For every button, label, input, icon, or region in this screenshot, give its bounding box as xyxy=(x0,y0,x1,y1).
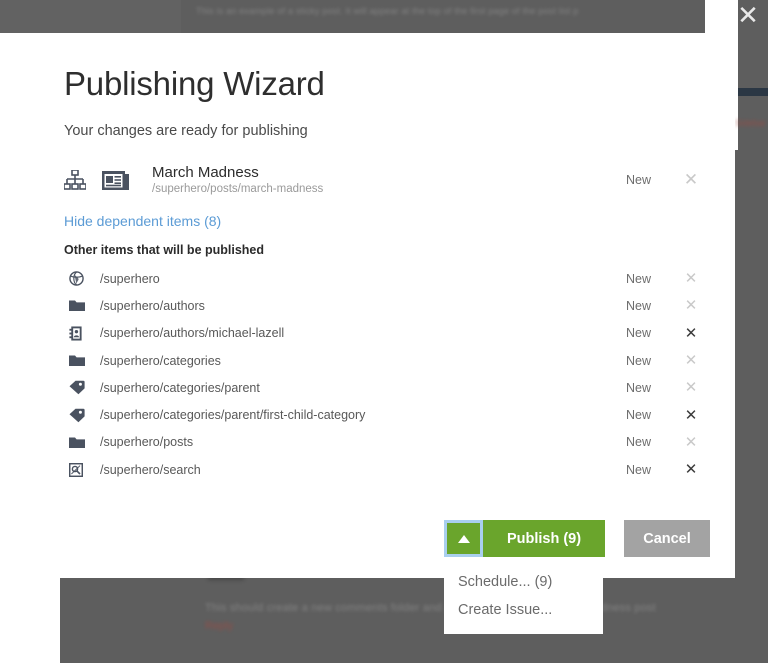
main-item-status: New xyxy=(626,173,652,187)
list-item: /superhero/posts New ✕ xyxy=(64,429,704,456)
close-icon[interactable]: ✕ xyxy=(734,2,762,30)
caret-up-icon xyxy=(457,534,470,543)
other-items-heading: Other items that will be published xyxy=(64,243,265,257)
dependent-items-list: /superhero New ✕ /superhero/authors New … xyxy=(64,265,704,483)
tag-icon xyxy=(64,380,100,395)
backdrop-left-panel xyxy=(0,0,181,33)
main-item-icon-group xyxy=(64,169,152,191)
list-item-status: New xyxy=(626,462,652,477)
menu-item-create-issue[interactable]: Create Issue... xyxy=(444,596,603,624)
list-item: /superhero/authors New ✕ xyxy=(64,292,704,319)
list-item-path: /superhero/posts xyxy=(100,435,194,450)
list-item-path: /superhero xyxy=(100,271,160,286)
publishing-wizard-dialog: Publishing Wizard Your changes are ready… xyxy=(33,33,735,578)
tag-icon xyxy=(64,408,100,423)
menu-item-schedule[interactable]: Schedule... (9) xyxy=(444,568,603,596)
sitemap-icon xyxy=(64,170,86,190)
folder-icon xyxy=(64,354,100,367)
list-item-status: New xyxy=(626,408,652,423)
list-item-remove-icon[interactable]: ✕ xyxy=(678,380,704,395)
cancel-button[interactable]: Cancel xyxy=(624,520,710,557)
list-item-path: /superhero/categories xyxy=(100,353,221,368)
footer-button-group: Publish (9) Cancel xyxy=(444,520,710,557)
list-item-path: /superhero/categories/parent/first-child… xyxy=(100,408,366,423)
publish-options-caret-button[interactable] xyxy=(444,520,483,557)
address-book-icon xyxy=(64,326,100,341)
list-item: /superhero/categories/parent New ✕ xyxy=(64,374,704,401)
list-item: /superhero/categories New ✕ xyxy=(64,347,704,374)
dialog-footer: Publish (9) Cancel xyxy=(33,520,735,578)
list-item-path: /superhero/authors xyxy=(100,298,205,313)
list-item-status: New xyxy=(626,435,652,450)
list-item-remove-icon[interactable]: ✕ xyxy=(678,353,704,368)
list-item-status: New xyxy=(626,353,652,368)
list-item-remove-icon[interactable]: ✕ xyxy=(678,407,704,423)
page-title: Publishing Wizard xyxy=(64,65,325,102)
main-publish-item: March Madness /superhero/posts/march-mad… xyxy=(64,161,704,199)
list-item-path: /superhero/categories/parent xyxy=(100,380,260,395)
list-item-remove-icon[interactable]: ✕ xyxy=(678,325,704,341)
folder-icon xyxy=(64,436,100,449)
backdrop-navbar xyxy=(738,88,768,96)
list-item-remove-icon[interactable]: ✕ xyxy=(678,271,704,286)
main-item-path: /superhero/posts/march-madness xyxy=(152,182,324,195)
publish-options-menu: Schedule... (9) Create Issue... xyxy=(444,560,603,634)
list-item: /superhero/authors/michael-lazell New ✕ xyxy=(64,320,704,347)
main-item-title: March Madness xyxy=(152,163,259,181)
search-page-icon xyxy=(64,462,100,477)
list-item-remove-icon[interactable]: ✕ xyxy=(678,462,704,477)
main-item-remove-icon[interactable]: ✕ xyxy=(678,171,704,189)
hide-dependent-items-link[interactable]: Hide dependent items (8) xyxy=(64,213,221,229)
list-item-status: New xyxy=(626,271,652,286)
list-item-status: New xyxy=(626,326,652,341)
list-item: /superhero/categories/parent/first-child… xyxy=(64,401,704,428)
list-item: /superhero New ✕ xyxy=(64,265,704,292)
backdrop-blurred-text: This should create a new comments folder… xyxy=(205,602,452,614)
backdrop-blurred-text: This is an example of a sticky post. It … xyxy=(196,6,579,16)
backdrop-blurred-sidebar-label: Sidebar xyxy=(735,118,767,128)
globe-icon xyxy=(64,271,100,286)
list-item: /superhero/search New ✕ xyxy=(64,456,704,483)
list-item-status: New xyxy=(626,298,652,313)
list-item-remove-icon[interactable]: ✕ xyxy=(678,298,704,313)
folder-icon xyxy=(64,299,100,312)
publish-button[interactable]: Publish (9) xyxy=(483,520,605,557)
list-item-remove-icon[interactable]: ✕ xyxy=(678,434,704,450)
list-item-path: /superhero/authors/michael-lazell xyxy=(100,326,285,341)
wizard-subtitle: Your changes are ready for publishing xyxy=(64,123,308,139)
list-item-status: New xyxy=(626,380,652,395)
list-item-path: /superhero/search xyxy=(100,462,201,477)
newspaper-icon xyxy=(102,169,130,191)
main-item-text: March Madness /superhero/posts/march-mad… xyxy=(152,164,626,197)
backdrop-blurred-reply-link: Reply xyxy=(205,620,234,632)
